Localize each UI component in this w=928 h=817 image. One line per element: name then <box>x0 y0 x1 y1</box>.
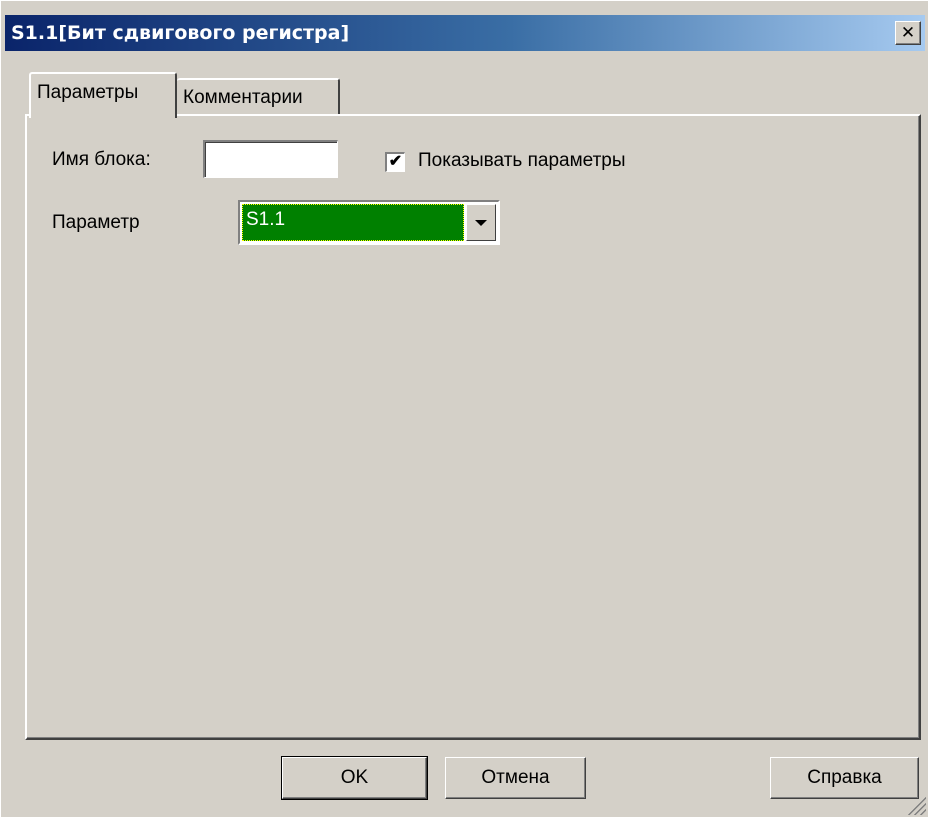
help-button[interactable]: Справка <box>770 757 919 799</box>
cancel-button[interactable]: Отмена <box>445 757 586 799</box>
block-name-label: Имя блока: <box>52 149 151 170</box>
parameter-select[interactable]: S1.1 <box>238 200 500 245</box>
parameter-label: Параметр <box>52 212 140 233</box>
block-name-input[interactable] <box>203 140 338 178</box>
window-title: S1.1[Бит сдвигового регистра] <box>11 22 350 44</box>
resize-grip-icon[interactable] <box>906 795 926 815</box>
close-icon: ✕ <box>900 22 916 43</box>
dialog-window: S1.1[Бит сдвигового регистра] ✕ Параметр… <box>0 0 928 817</box>
tab-comments[interactable]: Комментарии <box>177 78 340 114</box>
dropdown-button[interactable] <box>466 204 496 241</box>
tab-comments-label: Комментарии <box>183 87 303 108</box>
checkmark-icon: ✔ <box>388 153 403 170</box>
show-params-checkbox[interactable]: ✔ <box>385 152 405 172</box>
ok-button[interactable]: OK <box>281 756 428 800</box>
show-params-label[interactable]: Показывать параметры <box>418 150 626 172</box>
tab-parameters[interactable]: Параметры <box>29 72 177 118</box>
chevron-down-icon <box>475 219 487 226</box>
tab-parameters-label: Параметры <box>37 82 139 103</box>
close-button[interactable]: ✕ <box>895 21 921 45</box>
parameter-select-value[interactable]: S1.1 <box>242 204 464 241</box>
title-bar[interactable]: S1.1[Бит сдвигового регистра] ✕ <box>5 15 925 51</box>
